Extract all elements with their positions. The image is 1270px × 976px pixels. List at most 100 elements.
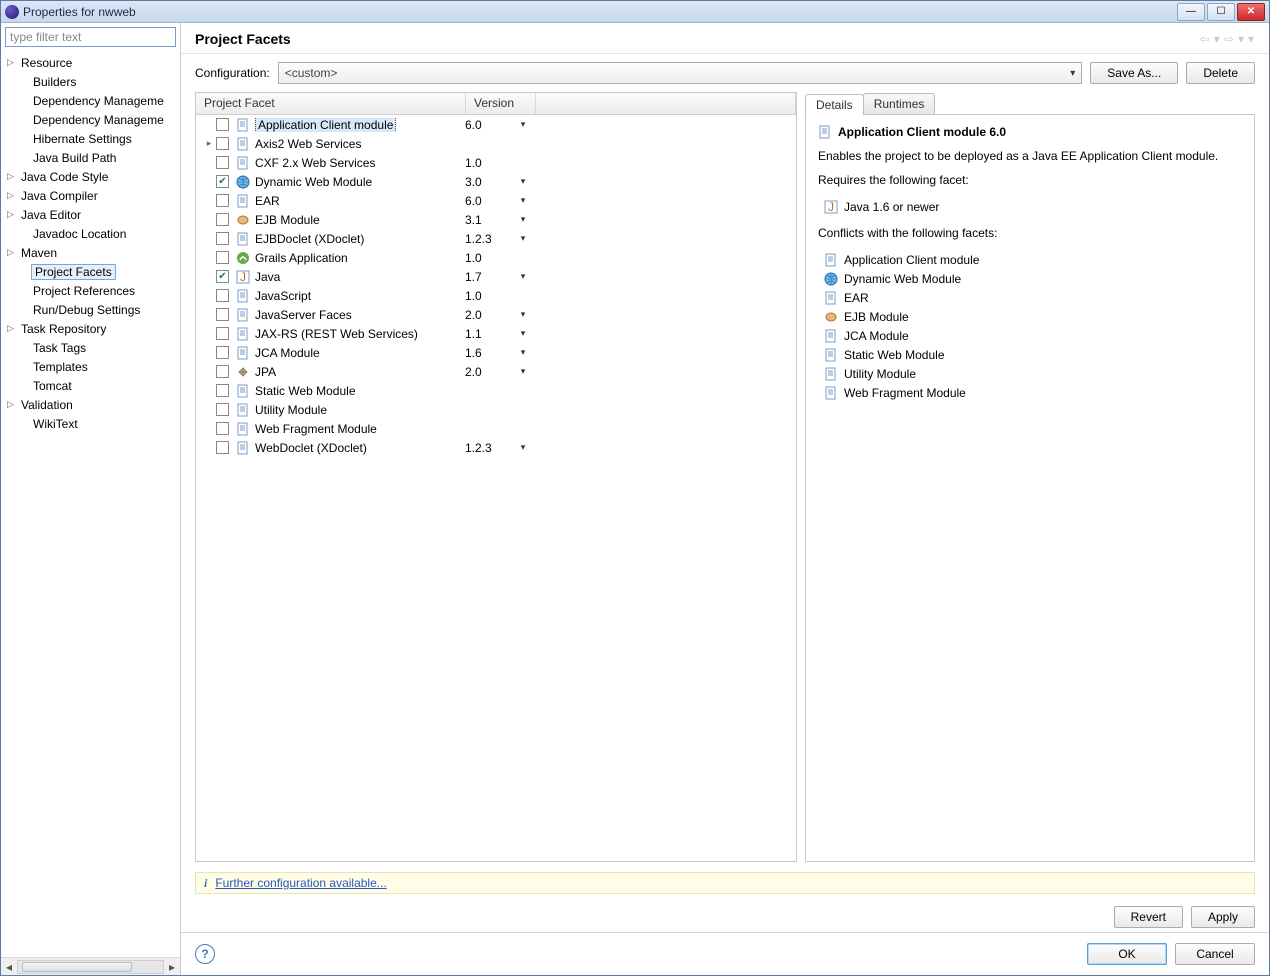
forward-menu-icon[interactable]: ▾ — [1237, 32, 1245, 46]
facet-checkbox[interactable] — [216, 118, 229, 131]
nav-item-project-facets[interactable]: Project Facets — [1, 262, 180, 281]
facet-checkbox[interactable] — [216, 289, 229, 302]
nav-item-templates[interactable]: Templates — [1, 357, 180, 376]
version-dropdown-icon[interactable]: ▾ — [515, 214, 531, 225]
facet-checkbox[interactable] — [216, 175, 229, 188]
configuration-combo[interactable]: <custom> — [278, 62, 1083, 84]
facet-row[interactable]: EJBDoclet (XDoclet)1.2.3▾ — [196, 229, 796, 248]
nav-item-javadoc-location[interactable]: Javadoc Location — [1, 224, 180, 243]
expand-icon[interactable]: ▷ — [7, 57, 19, 68]
ok-button[interactable]: OK — [1087, 943, 1167, 965]
nav-item-task-repository[interactable]: ▷Task Repository — [1, 319, 180, 338]
facet-row[interactable]: JPA2.0▾ — [196, 362, 796, 381]
facet-row[interactable]: WebDoclet (XDoclet)1.2.3▾ — [196, 438, 796, 457]
nav-item-java-compiler[interactable]: ▷Java Compiler — [1, 186, 180, 205]
version-dropdown-icon[interactable]: ▾ — [515, 176, 531, 187]
expand-icon[interactable]: ▷ — [7, 209, 19, 220]
nav-scrollbar[interactable]: ◂ ▸ — [1, 957, 180, 975]
facet-row[interactable]: Utility Module — [196, 400, 796, 419]
version-dropdown-icon[interactable]: ▾ — [515, 442, 531, 453]
version-dropdown-icon[interactable]: ▾ — [515, 195, 531, 206]
version-dropdown-icon[interactable]: ▾ — [515, 309, 531, 320]
nav-item-java-build-path[interactable]: Java Build Path — [1, 148, 180, 167]
facet-checkbox[interactable] — [216, 403, 229, 416]
facet-row[interactable]: JAX-RS (REST Web Services)1.1▾ — [196, 324, 796, 343]
facet-checkbox[interactable] — [216, 156, 229, 169]
scroll-left-icon[interactable]: ◂ — [1, 960, 17, 974]
apply-button[interactable]: Apply — [1191, 906, 1255, 928]
facet-row[interactable]: Web Fragment Module — [196, 419, 796, 438]
version-dropdown-icon[interactable]: ▾ — [515, 347, 531, 358]
forward-icon[interactable]: ⇨ — [1223, 32, 1235, 46]
nav-item-run-debug-settings[interactable]: Run/Debug Settings — [1, 300, 180, 319]
back-menu-icon[interactable]: ▾ — [1213, 32, 1221, 46]
maximize-button[interactable]: ☐ — [1207, 3, 1235, 21]
facet-row[interactable]: Application Client module6.0▾ — [196, 115, 796, 134]
expand-icon[interactable]: ▸ — [202, 138, 216, 149]
facet-checkbox[interactable] — [216, 251, 229, 264]
scroll-track[interactable] — [17, 960, 164, 974]
help-button[interactable]: ? — [195, 944, 215, 964]
save-as-button[interactable]: Save As... — [1090, 62, 1178, 84]
facet-checkbox[interactable] — [216, 346, 229, 359]
expand-icon[interactable]: ▷ — [7, 190, 19, 201]
nav-item-java-editor[interactable]: ▷Java Editor — [1, 205, 180, 224]
expand-icon[interactable]: ▷ — [7, 171, 19, 182]
version-dropdown-icon[interactable]: ▾ — [515, 119, 531, 130]
version-dropdown-icon[interactable]: ▾ — [515, 233, 531, 244]
revert-button[interactable]: Revert — [1114, 906, 1183, 928]
facet-row[interactable]: Static Web Module — [196, 381, 796, 400]
cancel-button[interactable]: Cancel — [1175, 943, 1255, 965]
facet-row[interactable]: CXF 2.x Web Services1.0 — [196, 153, 796, 172]
nav-item-dependency-manageme[interactable]: Dependency Manageme — [1, 91, 180, 110]
nav-tree[interactable]: ▷ResourceBuildersDependency ManagemeDepe… — [1, 51, 180, 957]
further-config-link[interactable]: Further configuration available... — [215, 876, 386, 890]
nav-item-hibernate-settings[interactable]: Hibernate Settings — [1, 129, 180, 148]
menu-icon[interactable]: ▾ — [1247, 32, 1255, 46]
expand-icon[interactable]: ▷ — [7, 399, 19, 410]
nav-item-project-references[interactable]: Project References — [1, 281, 180, 300]
facet-row[interactable]: Dynamic Web Module3.0▾ — [196, 172, 796, 191]
facet-checkbox[interactable] — [216, 194, 229, 207]
facet-checkbox[interactable] — [216, 232, 229, 245]
nav-item-validation[interactable]: ▷Validation — [1, 395, 180, 414]
nav-item-wikitext[interactable]: WikiText — [1, 414, 180, 433]
tab-runtimes[interactable]: Runtimes — [863, 93, 936, 114]
tab-details[interactable]: Details — [805, 94, 864, 115]
facet-row[interactable]: EJB Module3.1▾ — [196, 210, 796, 229]
delete-button[interactable]: Delete — [1186, 62, 1255, 84]
facet-checkbox[interactable] — [216, 422, 229, 435]
nav-item-maven[interactable]: ▷Maven — [1, 243, 180, 262]
facet-row[interactable]: JavaScript1.0 — [196, 286, 796, 305]
version-dropdown-icon[interactable]: ▾ — [515, 328, 531, 339]
expand-icon[interactable]: ▷ — [7, 247, 19, 258]
column-version[interactable]: Version — [466, 93, 536, 114]
version-dropdown-icon[interactable]: ▾ — [515, 271, 531, 282]
facet-checkbox[interactable] — [216, 441, 229, 454]
scroll-right-icon[interactable]: ▸ — [164, 960, 180, 974]
nav-item-builders[interactable]: Builders — [1, 72, 180, 91]
facet-row[interactable]: JavaServer Faces2.0▾ — [196, 305, 796, 324]
facet-row[interactable]: Grails Application1.0 — [196, 248, 796, 267]
facet-checkbox[interactable] — [216, 137, 229, 150]
facet-checkbox[interactable] — [216, 213, 229, 226]
scroll-thumb[interactable] — [22, 962, 132, 972]
nav-item-dependency-manageme[interactable]: Dependency Manageme — [1, 110, 180, 129]
facet-list[interactable]: Application Client module6.0▾▸Axis2 Web … — [196, 115, 796, 861]
version-dropdown-icon[interactable]: ▾ — [515, 366, 531, 377]
back-icon[interactable]: ⇦ — [1199, 32, 1211, 46]
facet-row[interactable]: ▸Axis2 Web Services — [196, 134, 796, 153]
minimize-button[interactable]: — — [1177, 3, 1205, 21]
facet-row[interactable]: EAR6.0▾ — [196, 191, 796, 210]
close-button[interactable]: ✕ — [1237, 3, 1265, 21]
nav-item-tomcat[interactable]: Tomcat — [1, 376, 180, 395]
facet-row[interactable]: JCA Module1.6▾ — [196, 343, 796, 362]
expand-icon[interactable]: ▷ — [7, 323, 19, 334]
nav-item-task-tags[interactable]: Task Tags — [1, 338, 180, 357]
column-facet[interactable]: Project Facet — [196, 93, 466, 114]
nav-item-java-code-style[interactable]: ▷Java Code Style — [1, 167, 180, 186]
filter-input[interactable]: type filter text — [5, 27, 176, 47]
nav-item-resource[interactable]: ▷Resource — [1, 53, 180, 72]
facet-checkbox[interactable] — [216, 384, 229, 397]
facet-checkbox[interactable] — [216, 327, 229, 340]
